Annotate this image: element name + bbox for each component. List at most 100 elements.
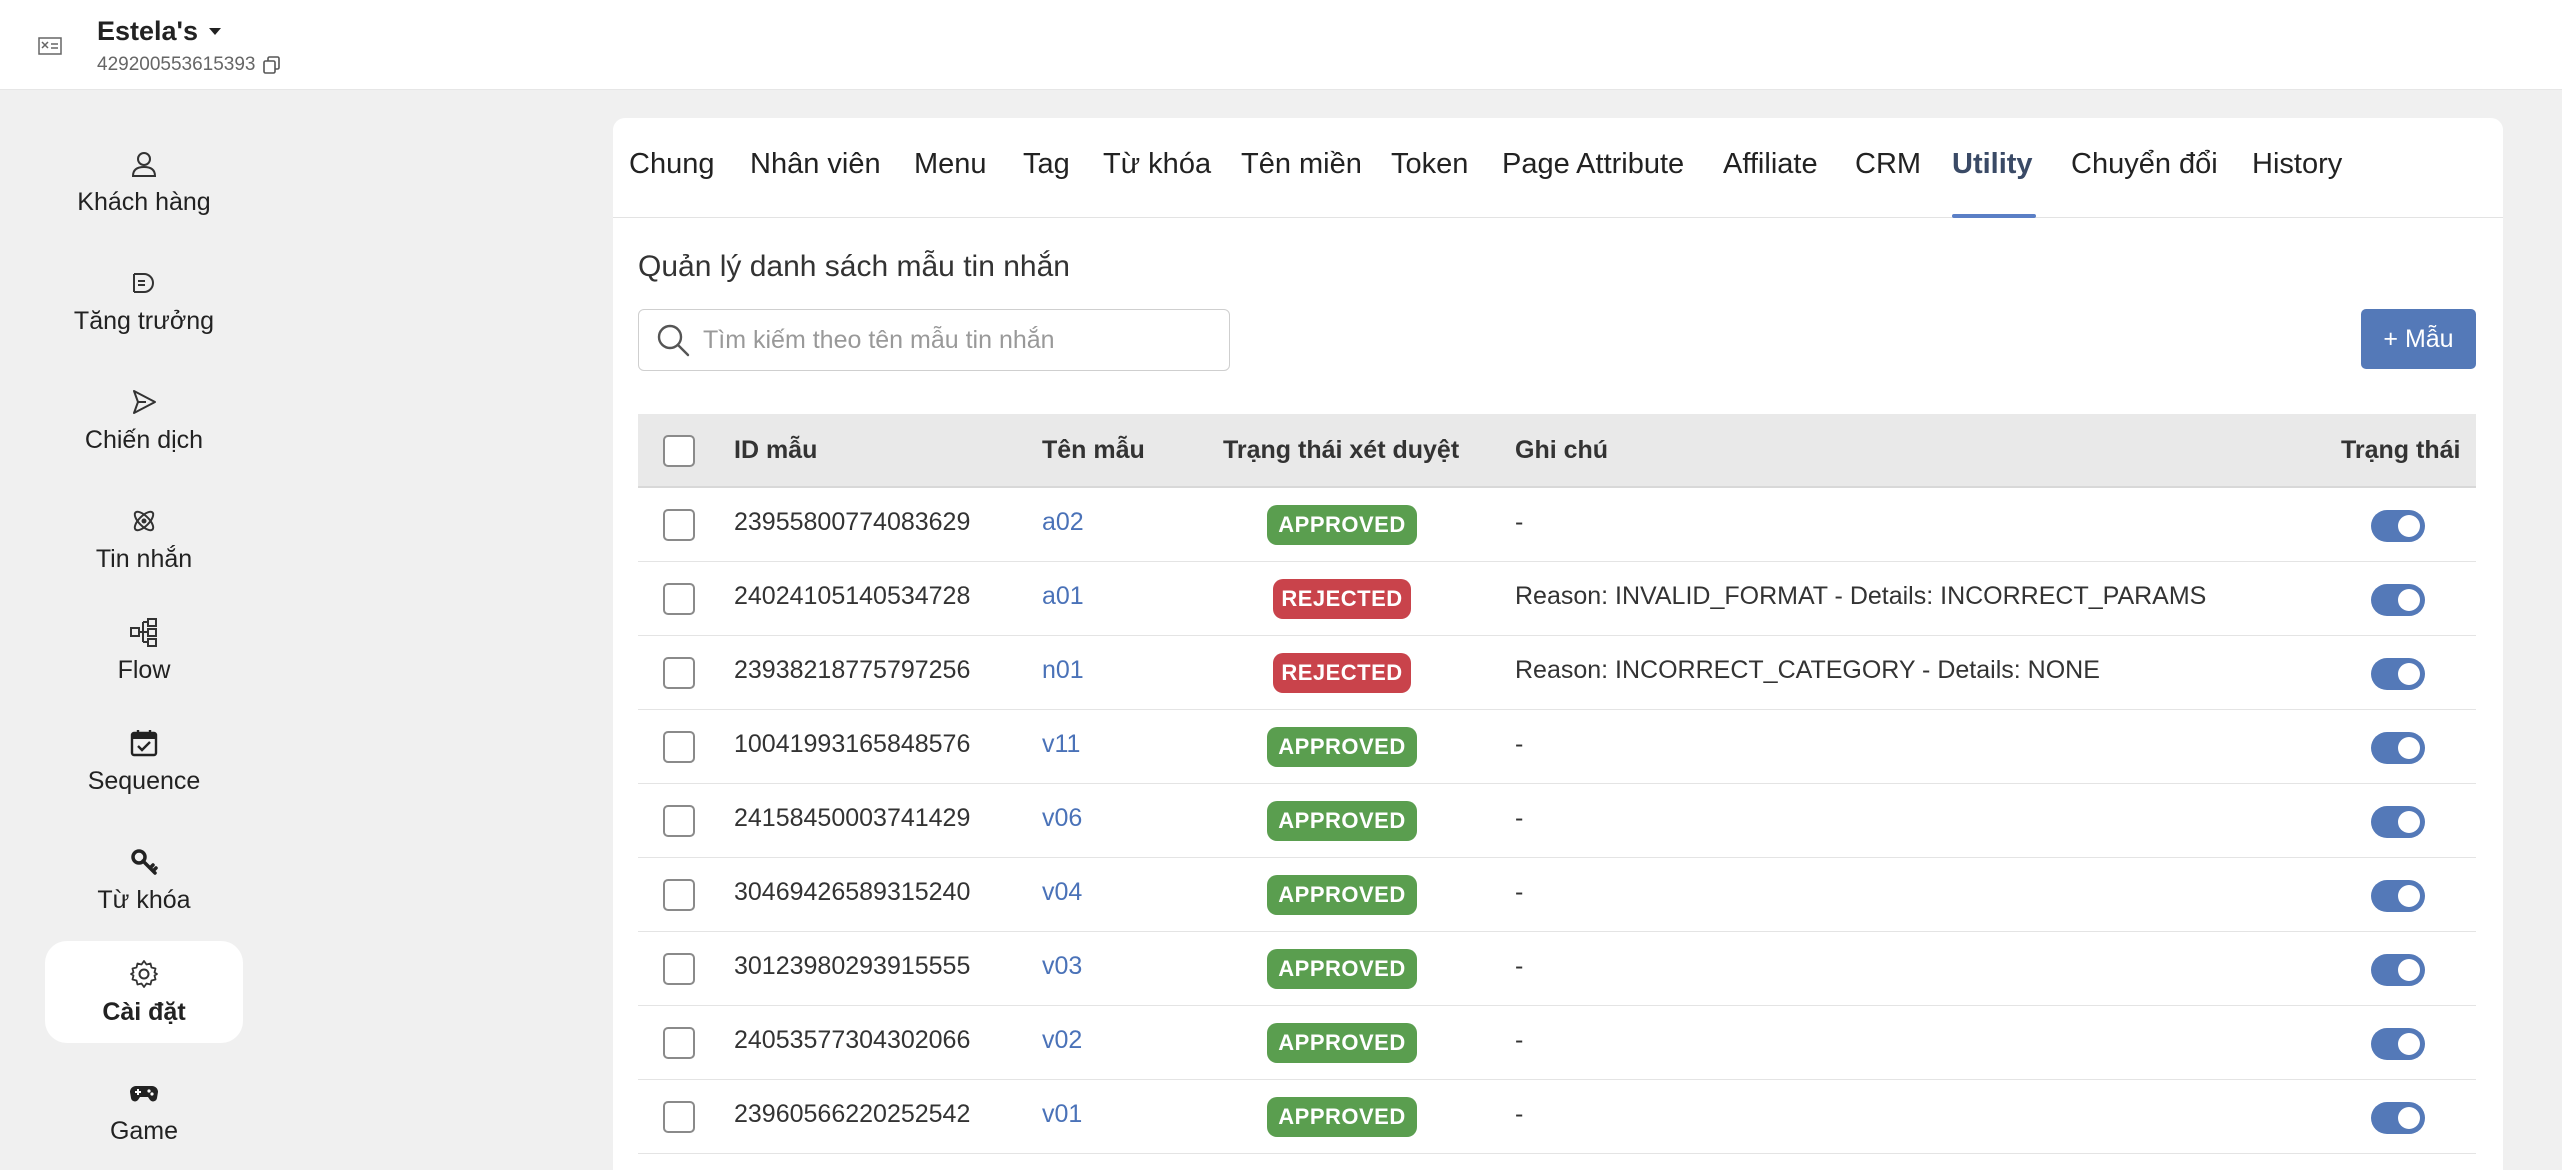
status-toggle[interactable] [2371,510,2425,542]
key-icon [131,848,158,875]
template-name-link[interactable]: v03 [1042,952,1082,981]
row-checkbox[interactable] [663,1101,695,1133]
tab-chuyen-doi[interactable]: Chuyển đổi [2071,148,2218,181]
template-note: - [1515,1100,1524,1128]
tab-token[interactable]: Token [1391,148,1468,181]
row-checkbox[interactable] [663,583,695,615]
status-badge: REJECTED [1273,653,1411,693]
sidebar-item-game[interactable]: Game [45,1060,243,1162]
sidebar-item-flow[interactable]: Flow [45,599,243,701]
status-toggle[interactable] [2371,954,2425,986]
tab-menu[interactable]: Menu [914,148,987,181]
status-toggle[interactable] [2371,584,2425,616]
column-header-name[interactable]: Tên mẫu [1042,436,1145,465]
sidebar-item-tang-truong[interactable]: Tăng trưởng [45,250,243,352]
template-id: 10041993165848576 [734,730,971,758]
row-checkbox[interactable] [663,731,695,763]
sidebar-item-label: Sequence [87,766,201,795]
gamepad-icon [130,1085,158,1101]
template-name-link[interactable]: v11 [1042,730,1080,759]
sidebar-item-cai-dat[interactable]: Cài đặt [45,941,243,1043]
tab-nhan-vien[interactable]: Nhân viên [750,148,881,181]
column-header-review-status[interactable]: Trạng thái xét duyệt [1223,436,1459,465]
template-name-link[interactable]: v01 [1042,1100,1082,1129]
status-toggle[interactable] [2371,1028,2425,1060]
template-id: 24158450003741429 [734,804,971,832]
column-header-status: Trạng thái [2341,436,2461,464]
message-atom-icon [133,510,155,531]
template-name-link[interactable]: a01 [1042,582,1084,611]
page-title: Quản lý danh sách mẫu tin nhắn [638,250,1070,283]
active-tab-indicator [1952,214,2036,218]
row-checkbox[interactable] [663,657,695,689]
sidebar-item-tu-khoa[interactable]: Từ khóa [45,829,243,931]
template-id: 23955800774083629 [734,508,971,536]
status-badge: APPROVED [1267,1023,1417,1063]
gear-icon [130,959,158,988]
row-checkbox[interactable] [663,953,695,985]
table-row: 24158450003741429 v06 APPROVED - [638,784,2476,858]
template-id: 24024105140534728 [734,582,971,610]
tab-crm[interactable]: CRM [1855,148,1921,181]
template-note: - [1515,878,1524,906]
select-all-checkbox[interactable] [663,435,695,467]
status-toggle[interactable] [2371,1102,2425,1134]
sidebar-item-label: Flow [117,655,171,684]
logo-icon [38,37,62,55]
status-badge: APPROVED [1267,505,1417,545]
template-name-link[interactable]: a02 [1042,508,1084,537]
sidebar-item-label: Chiến dịch [84,425,204,454]
account-id: 429200553615393 [97,54,282,76]
tab-tu-khoa[interactable]: Từ khóa [1103,148,1211,181]
account-name: Estela's [97,16,198,46]
status-toggle[interactable] [2371,880,2425,912]
column-header-note: Ghi chú [1515,436,1609,464]
table-row: 30123980293915555 v03 APPROVED - [638,932,2476,1006]
sidebar-item-khach-hang[interactable]: Khách hàng [45,131,243,233]
tab-history[interactable]: History [2252,148,2342,181]
row-checkbox[interactable] [663,805,695,837]
row-checkbox[interactable] [663,509,695,541]
table-row: 23955800774083629 a02 APPROVED - [638,488,2476,562]
template-id: 24053577304302066 [734,1026,971,1054]
caret-down-icon [209,27,221,35]
tab-utility[interactable]: Utility [1952,148,2033,181]
sidebar-item-sequence[interactable]: Sequence [45,710,243,812]
table-row: 10041993165848576 v11 APPROVED - [638,710,2476,784]
status-badge: APPROVED [1267,1097,1417,1137]
tab-chung[interactable]: Chung [629,148,714,181]
tab-ten-mien[interactable]: Tên miền [1241,148,1362,181]
template-table: ID mẫu Tên mẫu Trạng thái xét duyệt Ghi … [638,414,2476,1154]
template-name-link[interactable]: n01 [1042,656,1084,685]
calendar-check-icon [130,729,158,756]
search-input[interactable] [703,325,1223,355]
status-badge: APPROVED [1267,801,1417,841]
sidebar-item-label: Cài đặt [102,997,186,1026]
send-icon [133,389,156,414]
sidebar-item-chien-dich[interactable]: Chiến dịch [45,369,243,471]
row-checkbox[interactable] [663,879,695,911]
template-name-link[interactable]: v04 [1042,878,1082,907]
account-switcher[interactable]: Estela's [97,16,222,47]
sidebar-item-label: Khách hàng [77,187,211,216]
tab-tag[interactable]: Tag [1023,148,1070,181]
table-row: 23938218775797256 n01 REJECTED Reason: INCO… [638,636,2476,710]
status-toggle[interactable] [2371,732,2425,764]
search-box [638,309,1230,371]
template-name-link[interactable]: v02 [1042,1026,1082,1055]
status-toggle[interactable] [2371,806,2425,838]
row-checkbox[interactable] [663,1027,695,1059]
tab-affiliate[interactable]: Affiliate [1723,148,1818,181]
top-header: Estela's 429200553615393 [0,0,2562,90]
status-toggle[interactable] [2371,658,2425,690]
template-name-link[interactable]: v06 [1042,804,1082,833]
column-header-id[interactable]: ID mẫu [734,436,817,465]
table-header: ID mẫu Tên mẫu Trạng thái xét duyệt Ghi … [638,414,2476,488]
template-id: 23960566220252542 [734,1100,971,1128]
tab-page-attribute[interactable]: Page Attribute [1502,148,1684,181]
sidebar-item-tin-nhan[interactable]: Tin nhắn [45,488,243,590]
copy-icon[interactable] [262,55,282,75]
add-template-button[interactable]: + Mẫu [2361,309,2476,369]
template-id: 30123980293915555 [734,952,971,980]
template-note: - [1515,730,1524,758]
